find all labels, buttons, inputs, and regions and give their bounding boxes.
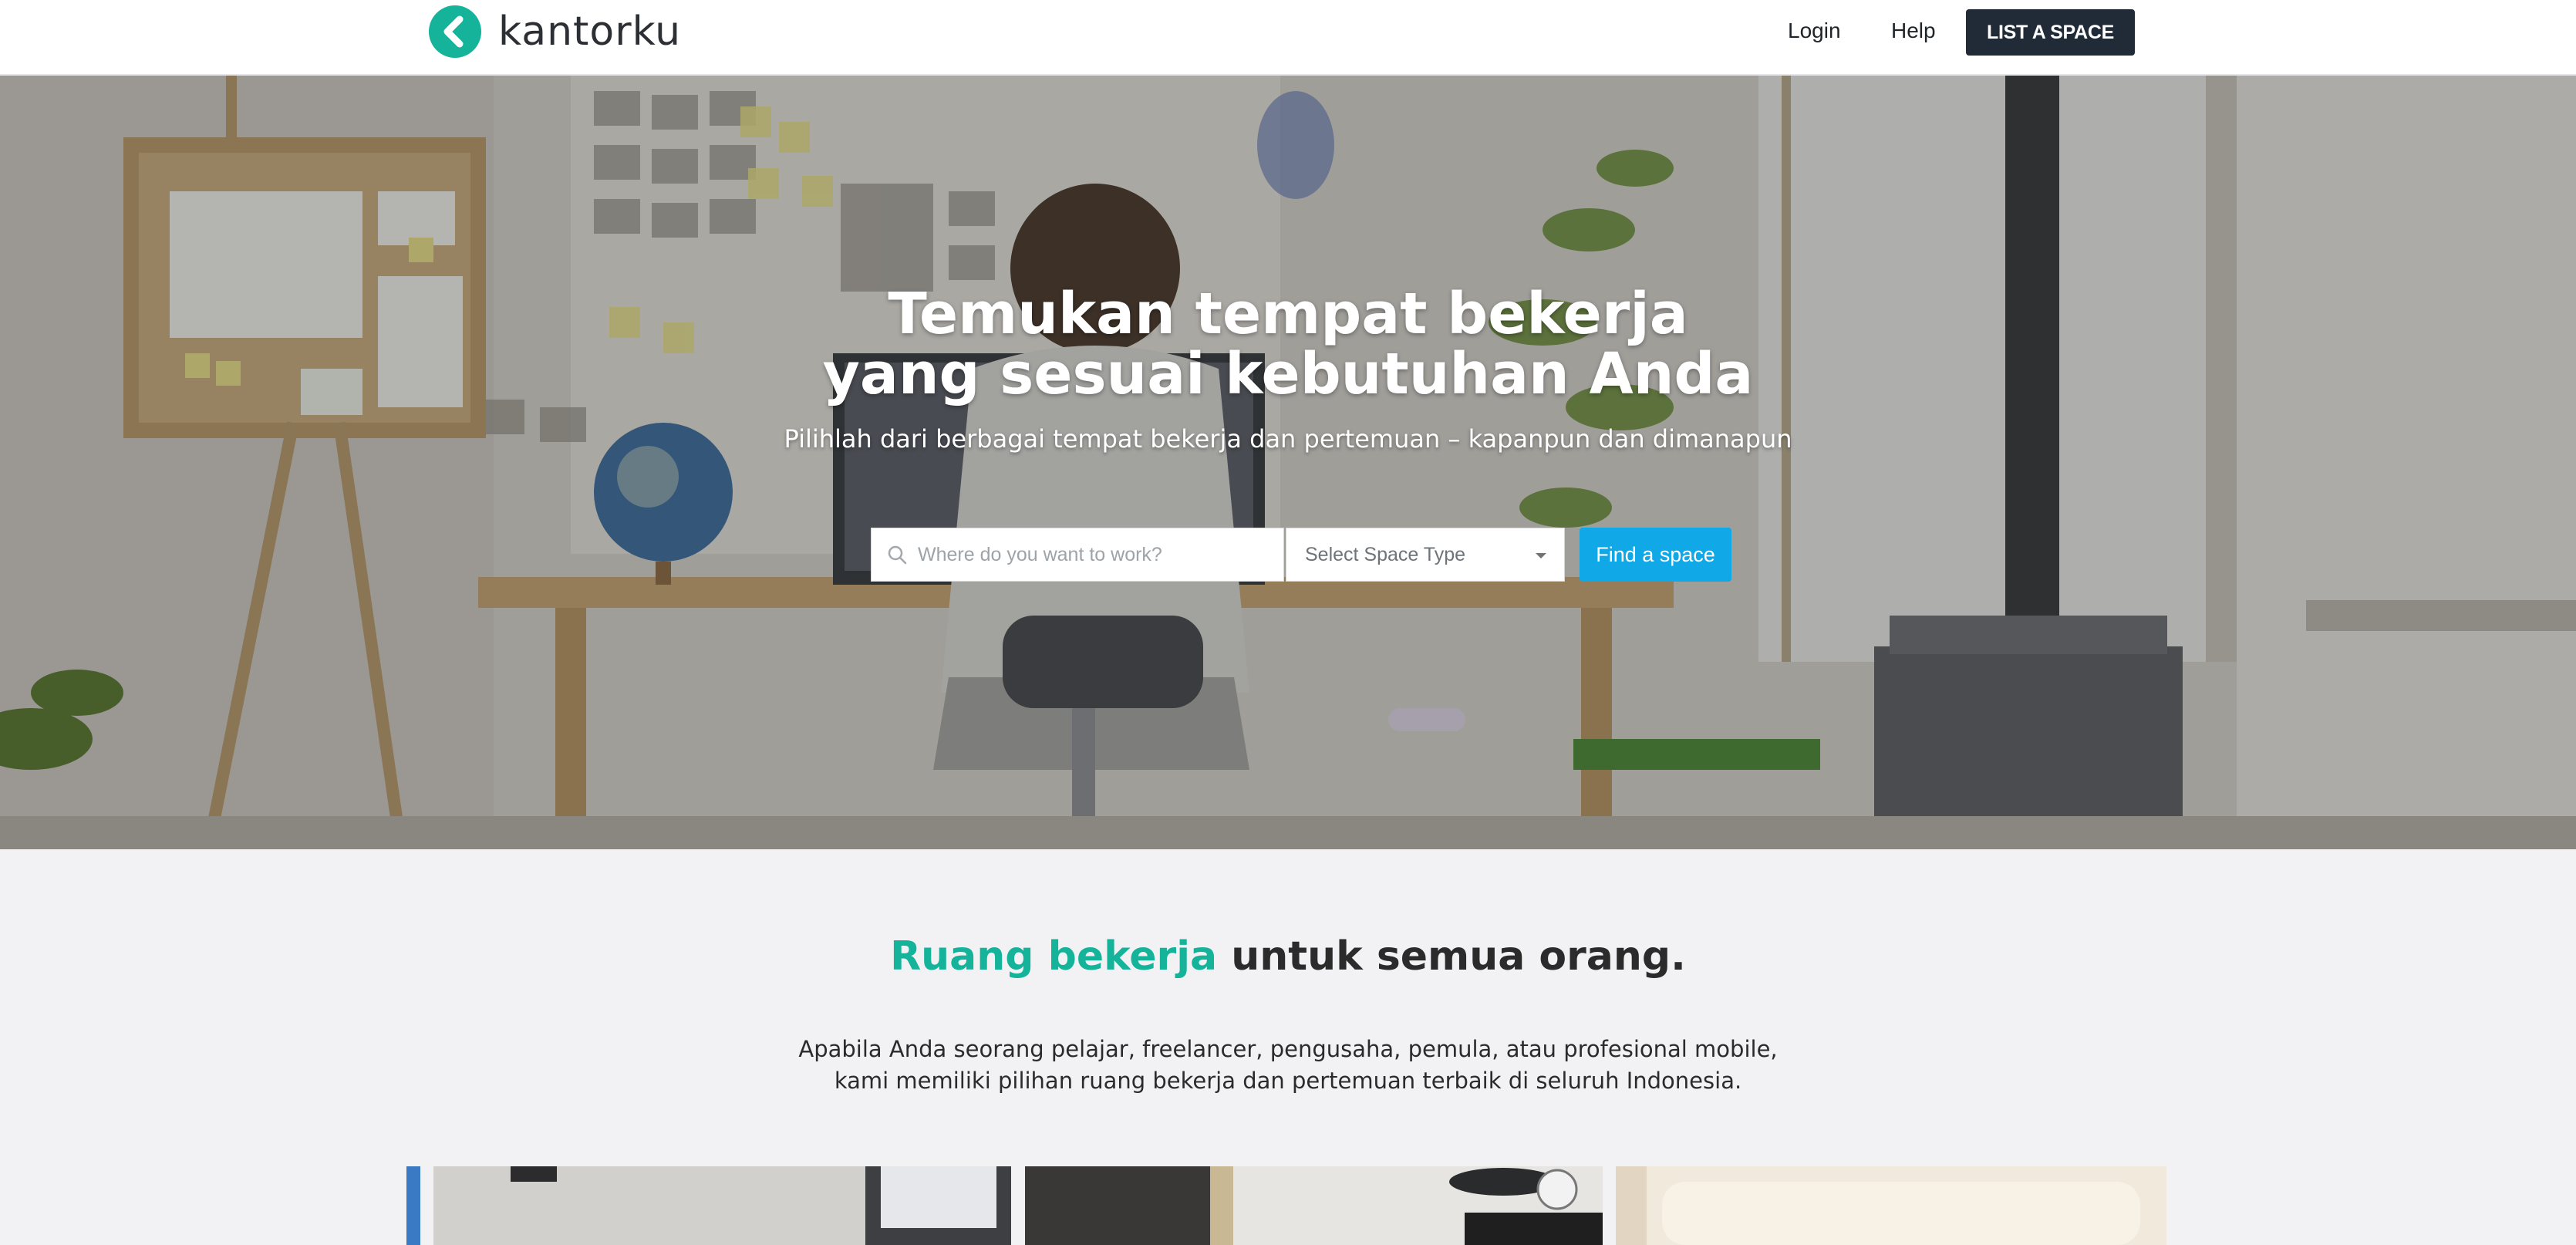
space-type-value: Select Space Type — [1305, 543, 1466, 565]
section-title: Ruang bekerja untuk semua orang. — [0, 933, 2576, 980]
brand-name: kantorku — [498, 8, 682, 55]
brand-logo[interactable]: kantorku — [429, 5, 681, 59]
hero-title-line-1: Temukan tempat bekerja — [888, 281, 1688, 347]
space-photo-1 — [433, 1166, 1011, 1245]
section-description: Apabila Anda seorang pelajar, freelancer… — [0, 1034, 2576, 1097]
hero-title-line-2: yang sesuai kebutuhan Anda — [822, 341, 1754, 407]
space-type-select[interactable]: Select Space Type — [1286, 528, 1565, 582]
space-card-image[interactable] — [1616, 1166, 2166, 1245]
space-photo-2 — [1025, 1166, 1603, 1245]
hero-banner: Temukan tempat bekerja yang sesuai kebut… — [0, 76, 2576, 849]
section-description-line-2: kami memiliki pilihan ruang bekerja dan … — [834, 1068, 1742, 1094]
login-link[interactable]: Login — [1788, 19, 1841, 43]
find-a-space-button[interactable]: Find a space — [1580, 528, 1731, 582]
space-photo-3 — [1616, 1166, 2166, 1245]
space-cards-row — [406, 1166, 2166, 1245]
chevron-down-icon — [1536, 553, 1546, 558]
space-card-image[interactable] — [406, 1166, 420, 1245]
help-link[interactable]: Help — [1891, 19, 1936, 43]
hero-dim-overlay — [0, 76, 2576, 849]
space-card-image[interactable] — [433, 1166, 1011, 1245]
hero-title: Temukan tempat bekerja yang sesuai kebut… — [0, 284, 2576, 404]
section-description-line-1: Apabila Anda seorang pelajar, freelancer… — [798, 1036, 1778, 1062]
search-placeholder: Where do you want to work? — [918, 543, 1162, 565]
location-search-input[interactable]: Where do you want to work? — [871, 528, 1284, 582]
search-icon — [888, 545, 907, 565]
top-navbar: kantorku Login Help LIST A SPACE — [0, 0, 2576, 76]
list-a-space-button[interactable]: LIST A SPACE — [1966, 9, 2135, 56]
section-title-rest: untuk semua orang. — [1217, 933, 1686, 980]
section-title-accent: Ruang bekerja — [890, 933, 1218, 980]
space-card-image[interactable] — [1025, 1166, 1603, 1245]
hero-subtitle: Pilihlah dari berbagai tempat bekerja da… — [784, 424, 1792, 454]
kantorku-k-icon — [429, 5, 481, 58]
